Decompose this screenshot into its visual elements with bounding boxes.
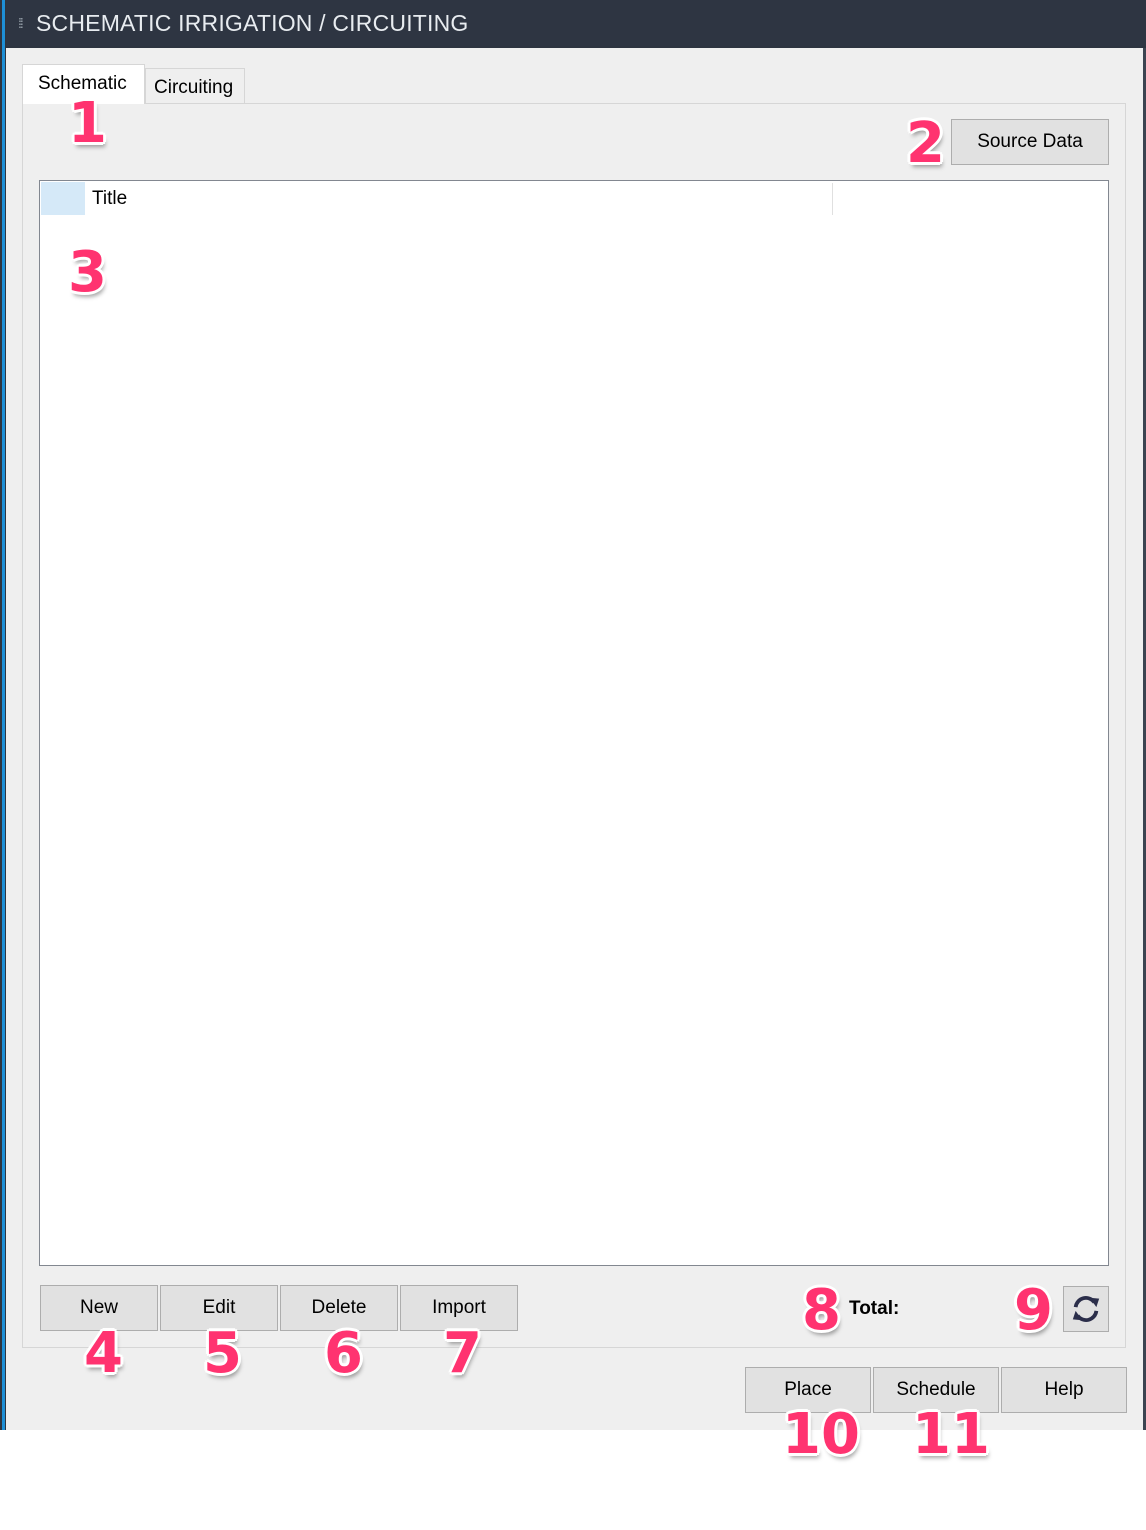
select-all-cell[interactable]	[41, 182, 85, 215]
place-button[interactable]: Place	[745, 1367, 871, 1413]
app-window: ⁞⁞ SCHEMATIC IRRIGATION / CIRCUITING Sch…	[0, 0, 1146, 1430]
window-accent-edge	[2, 0, 5, 1430]
delete-button[interactable]: Delete	[280, 1285, 398, 1331]
help-button[interactable]: Help	[1001, 1367, 1127, 1413]
drag-grip-icon[interactable]: ⁞⁞	[18, 16, 28, 30]
tab-schematic[interactable]: Schematic	[22, 64, 145, 104]
tab-circuiting[interactable]: Circuiting	[145, 68, 245, 104]
total-label: Total:	[849, 1298, 900, 1319]
column-divider[interactable]	[832, 183, 833, 215]
new-button[interactable]: New	[40, 1285, 158, 1331]
import-button[interactable]: Import	[400, 1285, 518, 1331]
refresh-button[interactable]	[1063, 1286, 1109, 1332]
window-title: SCHEMATIC IRRIGATION / CIRCUITING	[36, 9, 469, 36]
column-header-title[interactable]: Title	[92, 188, 127, 210]
schedule-button[interactable]: Schedule	[873, 1367, 999, 1413]
refresh-icon	[1072, 1296, 1100, 1322]
palette-body: Schematic Circuiting Source Data Title N…	[6, 48, 1146, 1430]
edit-button[interactable]: Edit	[160, 1285, 278, 1331]
schematic-grid[interactable]: Title	[39, 180, 1109, 1266]
source-data-button[interactable]: Source Data	[951, 119, 1109, 165]
grid-header: Title	[40, 181, 1108, 215]
title-bar[interactable]: ⁞⁞ SCHEMATIC IRRIGATION / CIRCUITING	[6, 0, 1146, 46]
